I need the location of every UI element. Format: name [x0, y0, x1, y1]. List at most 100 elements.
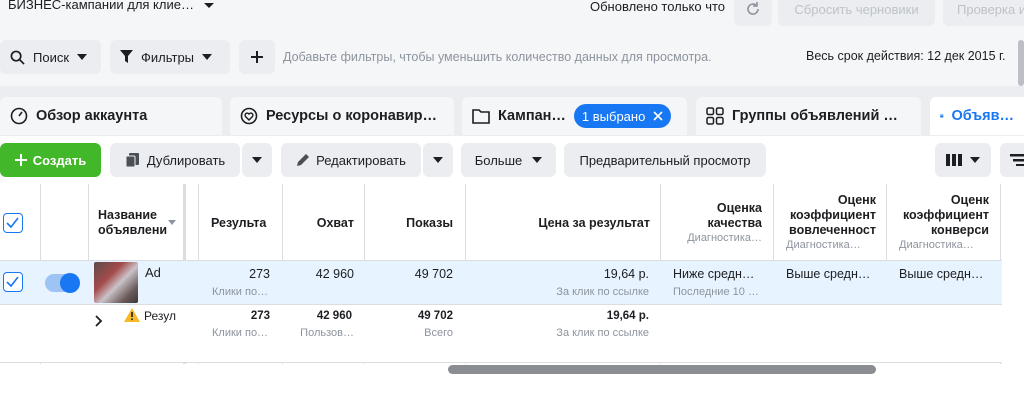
more-label: Больше	[474, 152, 523, 168]
edit-label: Редактировать	[316, 152, 406, 168]
header-line: качества	[707, 216, 763, 230]
column-header-engagement[interactable]: Оценк коэффициент вовлеченност Диагности…	[776, 193, 876, 253]
row-checkbox[interactable]	[3, 272, 23, 292]
tab-coronavirus-resources[interactable]: Ресурсы о коронавир…	[230, 97, 454, 135]
breakdown-button[interactable]	[1000, 143, 1024, 177]
column-header-impressions[interactable]: Показы	[364, 216, 453, 231]
duplicate-dropdown[interactable]	[242, 143, 272, 177]
summary-cost-sub: За клик по ссылке	[556, 327, 649, 339]
edit-button[interactable]: Редактировать	[281, 143, 421, 177]
chevron-down-icon	[77, 54, 88, 60]
preview-button[interactable]: Предварительный просмотр	[564, 143, 766, 177]
search-icon	[10, 50, 25, 65]
sort-icon[interactable]	[168, 220, 176, 226]
check-icon	[6, 276, 19, 288]
create-label: Создать	[32, 152, 87, 168]
tab-label: Объяв…	[951, 108, 1015, 124]
column-header-results[interactable]: Результа	[211, 216, 281, 231]
columns-icon	[946, 154, 962, 166]
header-line: коэффициент	[902, 208, 989, 222]
add-filter-button[interactable]	[239, 40, 275, 74]
more-button[interactable]: Больше	[461, 143, 556, 177]
summary-impressions: 49 702	[417, 310, 453, 322]
duplicate-button[interactable]: Дублировать	[110, 143, 240, 177]
edit-dropdown[interactable]	[423, 143, 453, 177]
folder-icon	[472, 109, 490, 124]
cost-sub: За клик по ссылке	[556, 286, 649, 298]
filter-hint: Добавьте фильтры, чтобы уменьшить количе…	[283, 50, 712, 64]
column-header-quality[interactable]: Оценка качества Диагностика…	[662, 201, 762, 246]
summary-label: Резул	[144, 309, 176, 323]
header-line: Оценк	[837, 193, 876, 207]
vertical-scrollbar[interactable]	[1018, 40, 1024, 86]
conversion-value: Выше средн…	[899, 267, 984, 281]
chevron-right-icon[interactable]	[95, 315, 103, 327]
summary-results: 273	[250, 310, 270, 322]
date-range[interactable]: Весь срок действия: 12 дек 2015 г.	[806, 49, 1006, 63]
tab-account-overview[interactable]: Обзор аккаунта	[0, 97, 222, 135]
breakdown-icon	[1010, 154, 1024, 166]
column-header-cost-per-result[interactable]: Цена за результат	[465, 216, 650, 231]
account-selector[interactable]: БИЗНЕС-кампании для клие…	[8, 0, 194, 12]
summary-reach: 42 960	[316, 310, 352, 322]
plus-icon	[14, 154, 27, 166]
check-icon	[6, 217, 19, 229]
chevron-down-icon	[202, 54, 213, 60]
warning-icon	[124, 308, 140, 322]
results-value: 273	[249, 267, 270, 281]
search-button[interactable]: Поиск	[0, 40, 101, 74]
reach-value: 42 960	[315, 267, 354, 281]
tab-campaigns[interactable]: Кампан… 1 выбрано	[462, 97, 687, 135]
header-line: конверси	[930, 223, 989, 237]
column-header-reach[interactable]: Охват	[282, 216, 354, 231]
summary-cost: 19,64 р.	[606, 310, 649, 322]
header-sub: Диагностика…	[899, 239, 974, 251]
chevron-down-icon	[532, 157, 543, 163]
search-label: Поиск	[33, 49, 70, 65]
toggle-knob	[60, 273, 80, 293]
engagement-value: Выше средн…	[786, 267, 871, 281]
reset-drafts-button[interactable]: Сбросить черновики	[778, 0, 935, 26]
header-line: вовлеченност	[789, 223, 876, 237]
summary-reach-sub: Пользов…	[300, 327, 354, 339]
impressions-value: 49 702	[414, 267, 453, 281]
tab-ads[interactable]: Объяв…	[930, 97, 1024, 135]
refresh-icon	[747, 2, 759, 15]
plus-icon	[251, 51, 263, 63]
tab-label: Ресурсы о коронавир…	[266, 108, 437, 124]
status-toggle[interactable]	[45, 273, 80, 293]
column-header-conversion[interactable]: Оценк коэффициент конверси Диагностика…	[889, 193, 989, 253]
filters-label: Фильтры	[141, 49, 195, 65]
tab-label: Кампан…	[498, 108, 566, 124]
select-all-checkbox[interactable]	[3, 213, 23, 233]
header-line: коэффициент	[789, 208, 876, 222]
pencil-icon	[297, 154, 310, 166]
grid-icon	[706, 107, 724, 125]
columns-button[interactable]	[935, 143, 991, 177]
updated-status: Обновлено только что	[590, 0, 726, 14]
selection-pill[interactable]: 1 выбрано	[573, 104, 672, 128]
heart-icon	[240, 107, 258, 125]
cost-value: 19,64 р.	[603, 267, 649, 281]
create-button[interactable]: Создать	[0, 143, 101, 177]
header-sub: Диагностика…	[786, 239, 861, 251]
horizontal-scrollbar[interactable]	[448, 365, 876, 374]
tab-label: Группы объявлений …	[732, 108, 898, 124]
filters-button[interactable]: Фильтры	[110, 40, 230, 74]
quality-sub: Последние 10 …	[673, 286, 759, 298]
selection-count: 1 выбрано	[581, 108, 646, 124]
ad-name[interactable]: Ad	[145, 265, 161, 280]
duplicate-label: Дублировать	[146, 152, 226, 168]
gauge-icon	[10, 107, 28, 125]
ad-icon	[940, 114, 944, 118]
chevron-down-icon	[970, 157, 980, 163]
chevron-down-icon	[252, 157, 262, 163]
close-icon[interactable]	[653, 111, 663, 121]
chevron-down-icon[interactable]	[202, 0, 216, 12]
account-name: БИЗНЕС-кампании для клие…	[8, 0, 194, 12]
copy-icon	[125, 153, 139, 168]
tab-ad-sets[interactable]: Группы объявлений …	[696, 97, 921, 135]
refresh-button[interactable]	[734, 0, 772, 26]
chevron-down-icon	[433, 157, 443, 163]
review-button[interactable]: Проверка и	[943, 0, 1024, 26]
